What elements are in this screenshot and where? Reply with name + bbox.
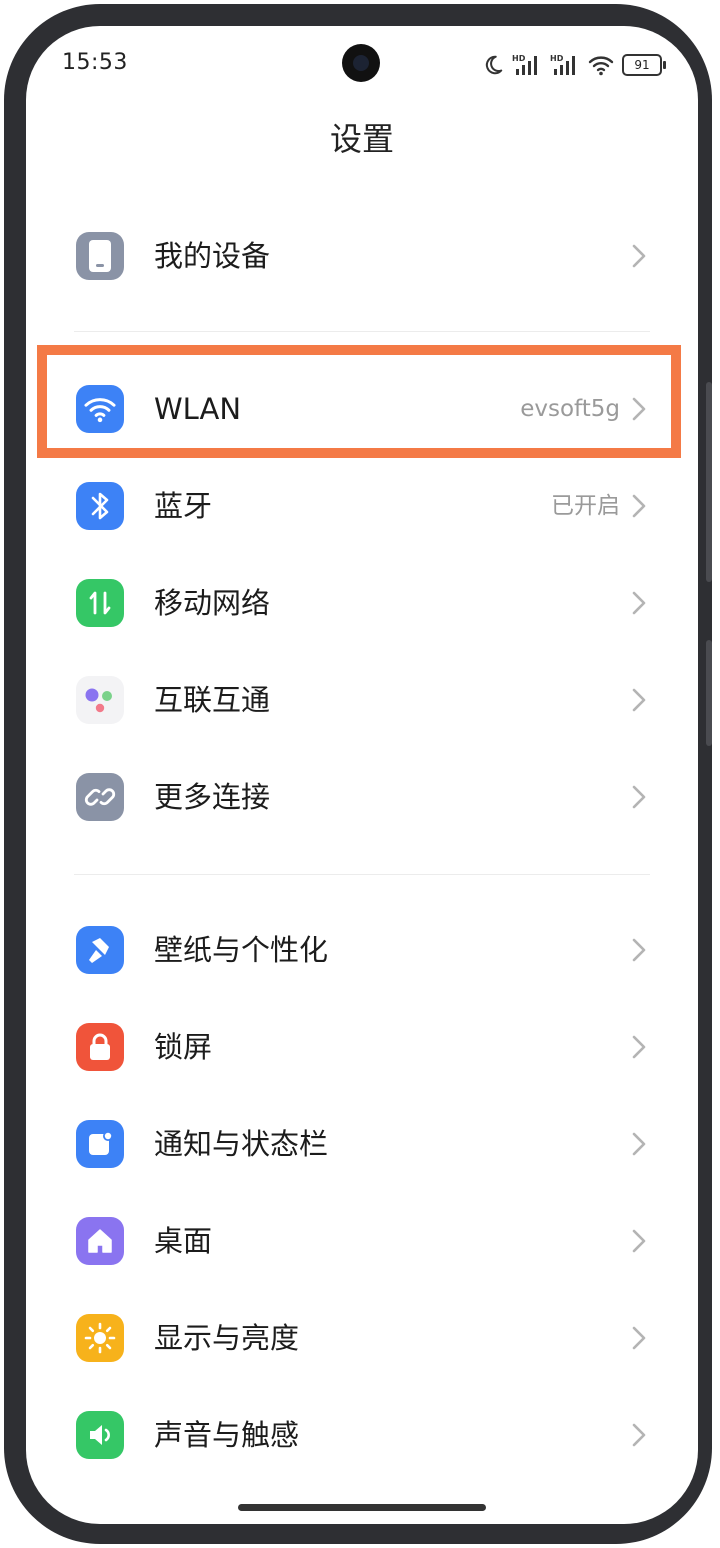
phone-icon [76,232,124,280]
volume-button [706,382,712,582]
settings-item-notifications[interactable]: 通知与状态栏 [26,1096,698,1192]
battery-icon: 91 [622,54,666,76]
brush-icon [76,926,124,974]
sun-icon [76,1314,124,1362]
settings-item-mobile-network[interactable]: 移动网络 [26,555,698,651]
settings-item-label: 蓝牙 [154,489,213,523]
home-icon [76,1217,124,1265]
front-camera [342,44,380,82]
power-button [706,640,712,746]
settings-item-sound[interactable]: 声音与触感 [26,1387,698,1483]
settings-item-lock-screen[interactable]: 锁屏 [26,999,698,1095]
settings-item-bluetooth[interactable]: 蓝牙 已开启 [26,458,698,554]
device-frame: 15:53 HD HD 91 设置 我的设备 WLAN evsoft5g 蓝牙 … [0,0,720,1548]
status-bar: 15:53 HD HD 91 [26,26,698,106]
chevron-right-icon [632,1229,646,1253]
interconnect-icon [76,676,124,724]
wlan-highlight-box [37,345,681,458]
bluetooth-icon [76,482,124,530]
settings-item-label: 声音与触感 [154,1418,300,1452]
divider [74,874,650,875]
settings-item-label: 桌面 [154,1224,213,1258]
settings-item-my-device[interactable]: 我的设备 [26,208,698,304]
settings-item-label: 壁纸与个性化 [154,933,329,967]
settings-item-interconnect[interactable]: 互联互通 [26,652,698,748]
svg-text:HD: HD [550,54,564,63]
hd-signal-icon: HD [512,54,537,75]
settings-item-label: 互联互通 [154,683,271,717]
speaker-icon [76,1411,124,1459]
home-indicator[interactable] [238,1504,486,1511]
settings-item-display[interactable]: 显示与亮度 [26,1290,698,1386]
divider [74,331,650,332]
chevron-right-icon [632,244,646,268]
settings-item-label: 更多连接 [154,780,271,814]
wifi-icon [588,56,614,76]
chevron-right-icon [632,1423,646,1447]
chevron-right-icon [632,591,646,615]
status-icons: HD HD 91 [482,52,666,78]
settings-item-more-connections[interactable]: 更多连接 [26,749,698,845]
link-icon [76,773,124,821]
settings-item-label: 锁屏 [154,1030,213,1064]
chevron-right-icon [632,688,646,712]
chevron-right-icon [632,938,646,962]
chevron-right-icon [632,1035,646,1059]
chevron-right-icon [632,1132,646,1156]
hd-signal-icon: HD [550,54,575,75]
chevron-right-icon [632,785,646,809]
notification-icon [76,1120,124,1168]
svg-text:HD: HD [512,54,526,63]
moon-icon [485,55,503,75]
settings-item-label: 移动网络 [154,586,271,620]
lock-icon [76,1023,124,1071]
settings-item-home-screen[interactable]: 桌面 [26,1193,698,1289]
page-title: 设置 [329,120,394,158]
settings-item-value: 已开启 [551,493,620,519]
chevron-right-icon [632,1326,646,1350]
mobile-data-icon [76,579,124,627]
screen: 15:53 HD HD 91 设置 我的设备 WLAN evsoft5g 蓝牙 … [26,26,698,1524]
phone-body: 15:53 HD HD 91 设置 我的设备 WLAN evsoft5g 蓝牙 … [4,4,712,1544]
settings-item-label: 通知与状态栏 [154,1127,329,1161]
chevron-right-icon [632,494,646,518]
settings-item-label: 我的设备 [154,239,271,273]
settings-item-wallpaper[interactable]: 壁纸与个性化 [26,902,698,998]
settings-item-label: 显示与亮度 [154,1321,300,1355]
status-time: 15:53 [62,50,128,75]
